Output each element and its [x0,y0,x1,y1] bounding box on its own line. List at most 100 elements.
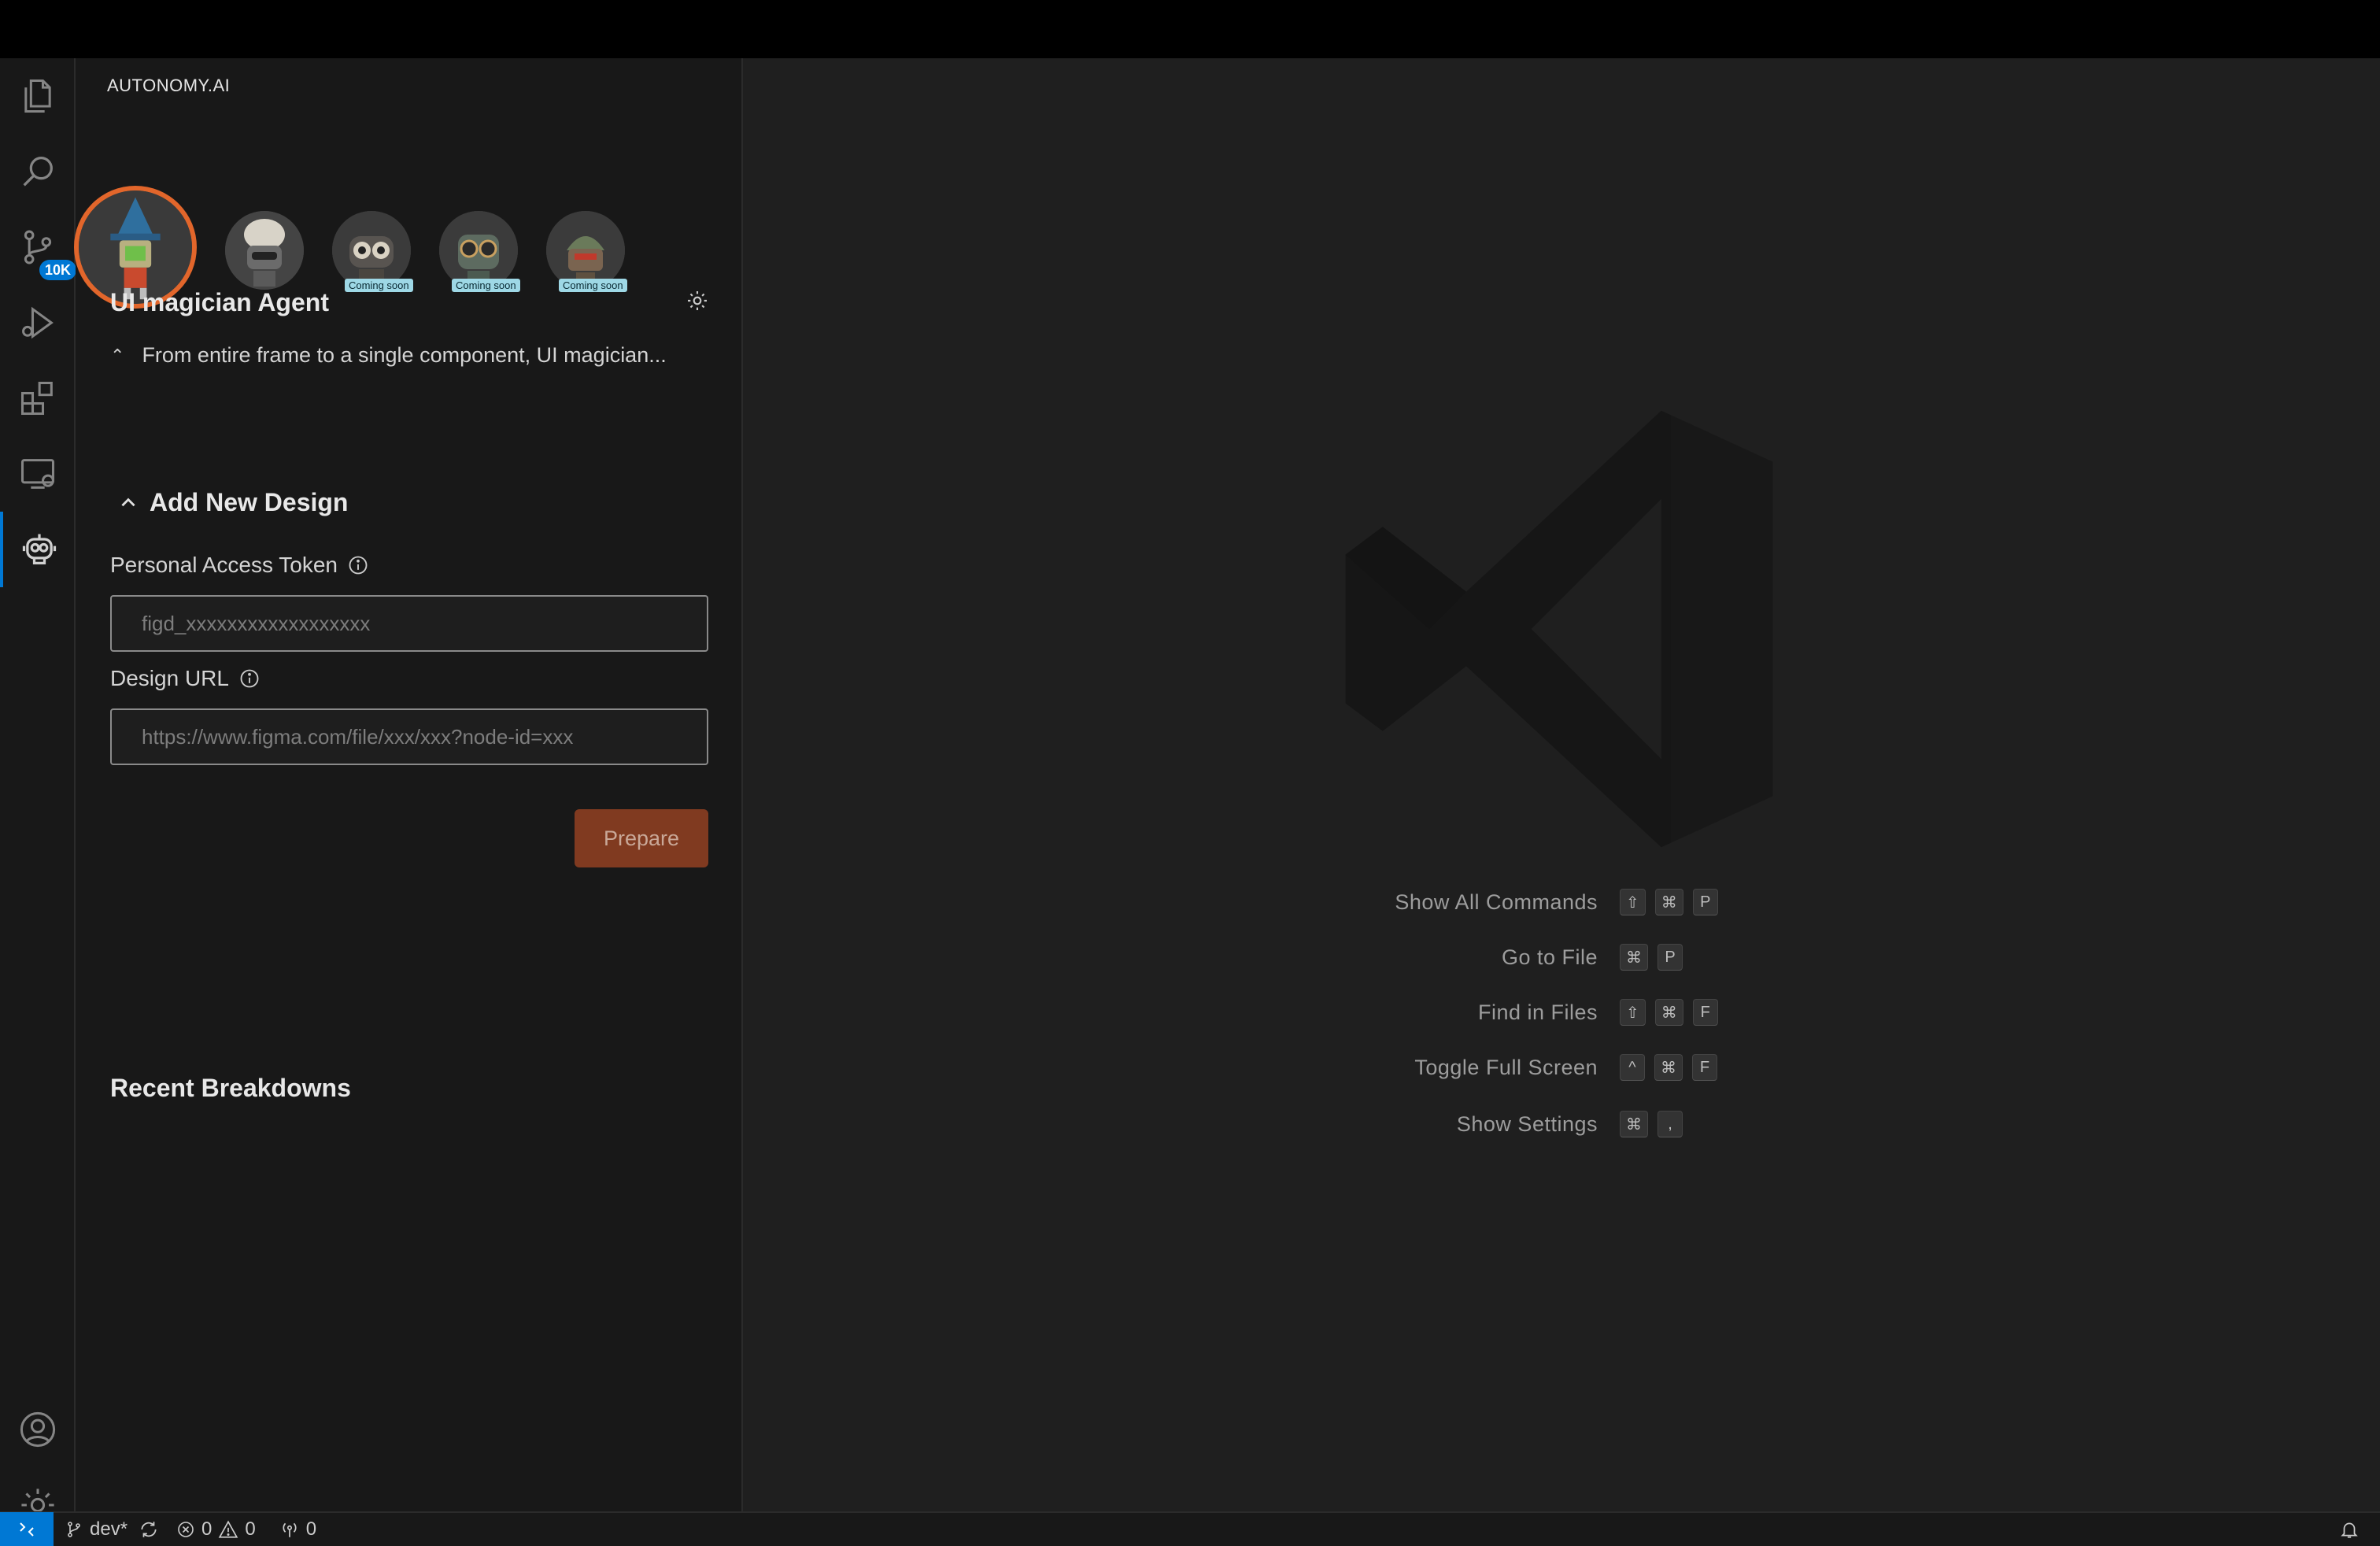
remote-explorer-icon [20,459,55,489]
shortcut-keys: ^ ⌘ F [1620,1054,1717,1081]
keycap: ⌘ [1654,889,1683,915]
extensions-button[interactable] [0,361,76,436]
remote-explorer-button[interactable] [0,436,76,512]
info-icon[interactable] [347,554,369,576]
keycap: P [1658,944,1683,971]
bell-icon [2341,1522,2358,1538]
activity-bar: 10K [0,58,77,1537]
agent-avatar-goggle[interactable] [332,211,411,290]
chevron-up-icon [121,497,135,506]
shortcut-row[interactable]: Toggle Full Screen ^ ⌘ F [743,1052,2380,1083]
coming-soon-badge: Coming soon [345,279,413,292]
sidebar-header: AUTONOMY.AI [107,76,231,95]
shortcut-keys: ⇧ ⌘ F [1620,999,1718,1026]
shortcut-keys: ⌘, [1620,1111,1683,1137]
agent-avatar-wizard[interactable] [79,190,192,304]
files-icon [24,79,51,113]
error-count: 0 [201,1518,213,1540]
account-icon [20,1411,56,1448]
beanie-robot-icon [225,211,304,290]
shortcut-label: Go to File [1501,945,1598,969]
sync-icon [141,1522,157,1537]
shortcut-keys: ⌘ P [1620,944,1683,971]
keycap: , [1658,1111,1683,1137]
keycap: F [1692,1054,1717,1081]
glasses-robot-icon [439,211,518,290]
keycap: ⇧ [1620,889,1646,915]
shortcut-row[interactable]: Show All Commands ⇧ ⌘ P [743,886,2380,918]
notifications-button[interactable] [2339,1519,2360,1545]
add-new-design-title: Add New Design [150,488,349,516]
token-label-text: Personal Access Token [110,553,338,577]
shortcut-keys: ⇧ ⌘ P [1620,889,1718,915]
keycap: ^ [1620,1054,1645,1081]
explorer-button[interactable] [0,58,76,134]
shortcut-row[interactable]: Find in Files ⇧ ⌘ F [743,997,2380,1028]
autonomy-sidebar: AUTONOMY.AI Coming soon Coming soon Comi… [76,58,743,1511]
keycap: ⇧ [1620,999,1646,1026]
design-url-label-text: Design URL [110,666,229,690]
gear-icon [688,291,707,310]
editor-area: Show All Commands ⇧ ⌘ P Go to File ⌘ P Find in … [743,58,2380,1511]
remote-indicator-button[interactable] [0,1512,54,1546]
autonomy-ai-button[interactable] [0,512,76,587]
coming-soon-badge: Coming soon [452,279,520,292]
remote-icon [20,1522,34,1537]
personal-access-token-input[interactable] [110,595,708,652]
problems-indicator[interactable]: 0 0 [176,1518,256,1540]
extensions-icon [20,381,53,416]
coming-soon-badge: Coming soon [559,279,627,292]
keycap: ⌘ [1620,1111,1648,1137]
ports-count: 0 [305,1518,317,1540]
sync-button[interactable] [139,1519,159,1540]
accounts-button[interactable] [0,1392,76,1467]
run-debug-icon [22,306,54,339]
agent-avatar-helmet[interactable] [546,211,625,290]
status-bar: dev* 0 0 0 [0,1511,2380,1546]
info-icon[interactable] [238,668,261,690]
agent-avatar-glasses[interactable] [439,211,518,290]
shortcut-row[interactable]: Go to File ⌘ P [743,941,2380,973]
agent-description[interactable]: ⌃ From entire frame to a single componen… [110,343,667,368]
warning-count: 0 [245,1518,256,1540]
git-branch-icon [68,1522,80,1537]
recent-breakdowns-title: Recent Breakdowns [110,1074,351,1102]
agent-settings-button[interactable] [682,285,713,316]
agent-description-text: From entire frame to a single component,… [142,343,667,367]
broadcast-icon [283,1522,297,1537]
wizard-robot-icon [79,190,192,304]
branch-name: dev* [90,1518,128,1540]
prepare-button[interactable]: Prepare [575,809,708,867]
shortcut-label: Find in Files [1477,1000,1598,1024]
error-icon [178,1522,194,1537]
vscode-watermark-icon [1345,410,1773,848]
shortcut-row[interactable]: Show Settings ⌘, [743,1108,2380,1140]
agent-avatar-beanie[interactable] [225,211,304,290]
branch-indicator[interactable]: dev* [65,1518,128,1540]
keycap: ⌘ [1654,999,1683,1026]
add-new-design-toggle[interactable]: Add New Design [118,488,348,517]
robot-icon [22,534,57,564]
ports-indicator[interactable]: 0 [279,1518,316,1540]
helmet-robot-icon [546,211,625,290]
vscode-window: 10K AUTONOMY.AI Coming soon Coming soon … [0,0,2380,1546]
goggle-robot-icon [332,211,411,290]
chevron-up-icon: ⌃ [110,345,125,365]
keycap: P [1692,889,1718,915]
shortcut-label: Show Settings [1456,1111,1598,1136]
design-url-input[interactable] [110,708,708,765]
agent-title: UI magician Agent [110,288,329,316]
token-label: Personal Access Token [110,553,369,578]
scm-count-badge: 10K [39,260,77,280]
keycap: F [1692,999,1718,1026]
warning-icon [219,1520,238,1538]
shortcut-label: Toggle Full Screen [1414,1055,1598,1079]
search-button[interactable] [0,134,76,209]
keycap: ⌘ [1620,944,1648,971]
keycap: ⌘ [1654,1054,1683,1081]
run-debug-button[interactable] [0,285,76,361]
title-bar [0,0,2380,58]
shortcut-label: Show All Commands [1395,890,1598,914]
source-control-button[interactable]: 10K [0,209,77,285]
design-url-label: Design URL [110,666,261,691]
